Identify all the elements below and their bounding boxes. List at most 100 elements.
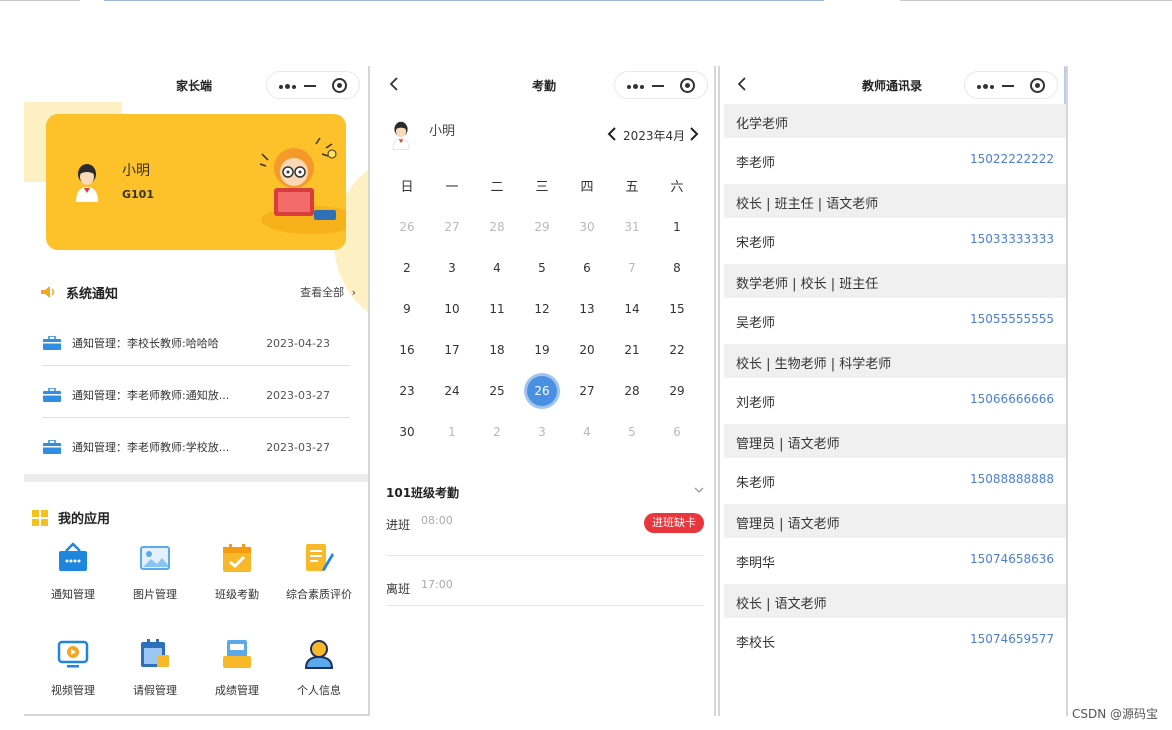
minimize-icon[interactable]: [652, 85, 664, 87]
calendar-day[interactable]: 30: [392, 417, 422, 447]
phone-number-link[interactable]: 15074659577: [970, 632, 1054, 646]
calendar-day[interactable]: 29: [527, 212, 557, 242]
notice-text: 通知管理：李老师教师:学校放...: [72, 441, 230, 454]
back-arrow-icon[interactable]: [736, 76, 748, 92]
calendar-day[interactable]: 21: [617, 335, 647, 365]
calendar-day[interactable]: 30: [572, 212, 602, 242]
role-label: 校长 | 班主任 | 语文老师: [736, 197, 879, 212]
next-month-icon[interactable]: [688, 126, 700, 142]
calendar-day[interactable]: 29: [662, 376, 692, 406]
app-leave-management[interactable]: 请假管理: [114, 638, 196, 708]
minimize-icon[interactable]: [1002, 85, 1014, 87]
calendar-day[interactable]: 16: [392, 335, 422, 365]
watermark: CSDN @源码宝: [1071, 707, 1158, 721]
app-class-attendance[interactable]: 班级考勤: [196, 542, 278, 612]
minimize-icon[interactable]: [304, 85, 316, 87]
nav-bar: 考勤: [372, 66, 714, 104]
student-avatar-icon: [76, 164, 98, 202]
calendar-day-today[interactable]: 26: [527, 376, 557, 406]
calendar-day[interactable]: 4: [572, 417, 602, 447]
contact-row[interactable]: 刘老师 15066666666: [724, 378, 1066, 424]
calendar-day[interactable]: 28: [617, 376, 647, 406]
app-video-management[interactable]: 视频管理: [32, 638, 114, 708]
calendar-day[interactable]: 1: [437, 417, 467, 447]
calendar-day[interactable]: 25: [482, 376, 512, 406]
app-label: 图片管理: [133, 588, 177, 601]
calendar-day[interactable]: 14: [617, 294, 647, 324]
contact-row[interactable]: 李老师 15022222222: [724, 138, 1066, 184]
calendar-day[interactable]: 10: [437, 294, 467, 324]
more-icon[interactable]: [977, 84, 996, 89]
notice-date: 2023-03-27: [266, 441, 330, 454]
view-all-link[interactable]: 查看全部 ›: [300, 284, 356, 300]
teacher-name: 李明华: [736, 556, 776, 571]
back-arrow-icon[interactable]: [388, 76, 400, 92]
calendar-day[interactable]: 2: [392, 253, 422, 283]
calendar-day[interactable]: 8: [662, 253, 692, 283]
calendar-day[interactable]: 6: [572, 253, 602, 283]
calendar-day[interactable]: 5: [617, 417, 647, 447]
calendar-day[interactable]: 4: [482, 253, 512, 283]
calendar-day[interactable]: 2: [482, 417, 512, 447]
app-quality-evaluation[interactable]: 综合素质评价: [278, 542, 360, 612]
more-icon[interactable]: [627, 84, 646, 89]
contact-row[interactable]: 朱老师 15088888888: [724, 458, 1066, 504]
more-icon[interactable]: [279, 84, 298, 89]
video-play-icon: [57, 640, 89, 668]
calendar-day[interactable]: 22: [662, 335, 692, 365]
profile-card[interactable]: 小明 G101: [46, 114, 346, 250]
app-score-management[interactable]: 成绩管理: [196, 638, 278, 708]
phone-number-link[interactable]: 15033333333: [970, 232, 1054, 246]
role-group-header: 化学老师: [724, 104, 1066, 138]
calendar-day[interactable]: 3: [437, 253, 467, 283]
view-all-label: 查看全部: [300, 286, 345, 299]
app-personal-info[interactable]: 个人信息: [278, 638, 360, 708]
calendar-day[interactable]: 19: [527, 335, 557, 365]
prev-month-icon[interactable]: [606, 126, 618, 142]
calendar-day[interactable]: 5: [527, 253, 557, 283]
month-navigator: 2023年4月: [606, 124, 702, 144]
notice-item[interactable]: 通知管理：李老师教师:通知放... 2023-03-27: [42, 368, 350, 418]
calendar-day[interactable]: 20: [572, 335, 602, 365]
calendar-day[interactable]: 24: [437, 376, 467, 406]
calendar-day[interactable]: 26: [392, 212, 422, 242]
calendar-day[interactable]: 6: [662, 417, 692, 447]
notice-item[interactable]: 通知管理：李老师教师:学校放... 2023-03-27: [42, 420, 350, 470]
contact-row[interactable]: 李明华 15074658636: [724, 538, 1066, 584]
calendar-day[interactable]: 23: [392, 376, 422, 406]
calendar-day[interactable]: 11: [482, 294, 512, 324]
phone-number-link[interactable]: 15074658636: [970, 552, 1054, 566]
phone-number-link[interactable]: 15066666666: [970, 392, 1054, 406]
calendar-day[interactable]: 31: [617, 212, 647, 242]
close-circle-icon[interactable]: [680, 78, 695, 93]
phone-number-link[interactable]: 15055555555: [970, 312, 1054, 326]
calendar-day[interactable]: 27: [572, 376, 602, 406]
calendar-day[interactable]: 3: [527, 417, 557, 447]
weekday-label: 四: [580, 180, 594, 195]
current-month: 2023年4月: [623, 129, 686, 143]
calendar-day[interactable]: 17: [437, 335, 467, 365]
close-circle-icon[interactable]: [1030, 78, 1045, 93]
calendar-day[interactable]: 1: [662, 212, 692, 242]
contact-row[interactable]: 李校长 15074659577: [724, 618, 1066, 664]
calendar-day[interactable]: 7: [617, 253, 647, 283]
calendar-day[interactable]: 18: [482, 335, 512, 365]
close-circle-icon[interactable]: [332, 78, 347, 93]
chevron-down-icon[interactable]: [694, 486, 704, 494]
contact-row[interactable]: 吴老师 15055555555: [724, 298, 1066, 344]
phone-number-link[interactable]: 15022222222: [970, 152, 1054, 166]
calendar-day[interactable]: 27: [437, 212, 467, 242]
calendar-day[interactable]: 28: [482, 212, 512, 242]
calendar-day[interactable]: 12: [527, 294, 557, 324]
app-notice-management[interactable]: 通知管理: [32, 542, 114, 612]
role-group-header: 管理员 | 语文老师: [724, 424, 1066, 458]
calendar-day[interactable]: 13: [572, 294, 602, 324]
contact-row[interactable]: 宋老师 15033333333: [724, 218, 1066, 264]
document-edit-icon: [306, 544, 334, 571]
calendar-day[interactable]: 15: [662, 294, 692, 324]
calendar-day[interactable]: 9: [392, 294, 422, 324]
notice-item[interactable]: 通知管理：李校长教师:哈哈哈 2023-04-23: [42, 316, 350, 366]
phone-number-link[interactable]: 15088888888: [970, 472, 1054, 486]
app-picture-management[interactable]: 图片管理: [114, 542, 196, 612]
student-avatar-icon: [392, 121, 410, 150]
